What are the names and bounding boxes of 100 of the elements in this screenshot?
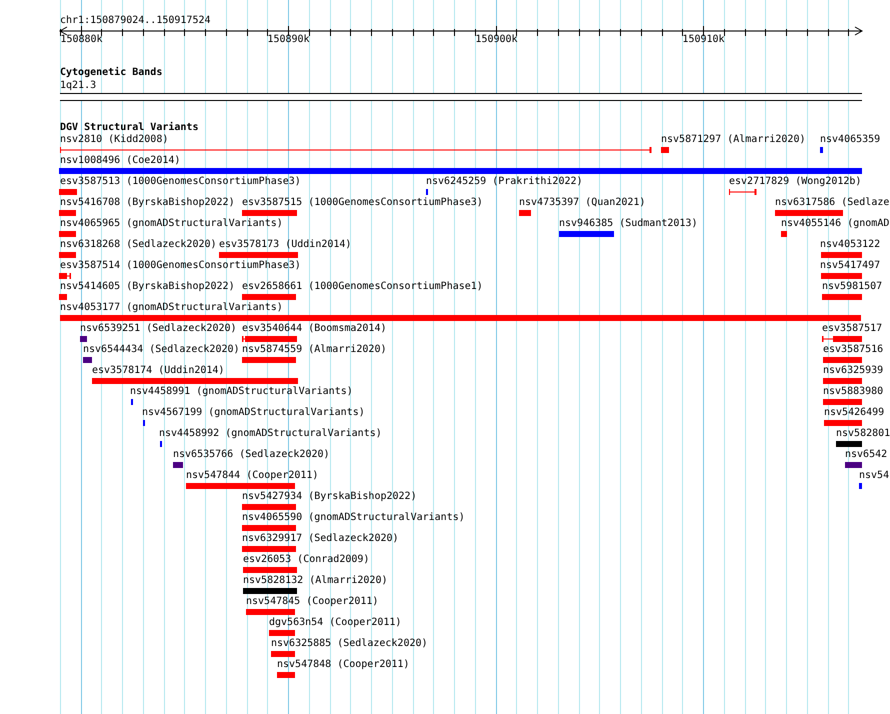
variant-bar[interactable] bbox=[823, 357, 862, 363]
variant-label: nsv6329917 (Sedlazeck2020) bbox=[242, 533, 399, 545]
variant-bar[interactable] bbox=[80, 336, 87, 342]
variant-label: esv3587516 bbox=[823, 344, 884, 356]
variant-label: nsv4053177 (gnomADStructuralVariants) bbox=[60, 302, 283, 314]
variant-bar[interactable] bbox=[219, 252, 298, 258]
variant-bar[interactable] bbox=[661, 147, 669, 153]
band-label: 1q21.3 bbox=[60, 80, 96, 92]
variant-label: nsv5871297 (Almarri2020) bbox=[661, 134, 806, 146]
variant-bar[interactable] bbox=[92, 378, 298, 384]
variant-bar[interactable] bbox=[836, 441, 862, 447]
variant-bar[interactable] bbox=[59, 294, 67, 300]
variant-label: nsv582801 bbox=[836, 428, 890, 440]
variant-label: nsv4065590 (gnomADStructuralVariants) bbox=[242, 512, 465, 524]
variant-bar[interactable] bbox=[60, 315, 861, 321]
variant-label: nsv5417497 bbox=[820, 260, 880, 272]
variant-label: esv2717829 (Wong2012b) bbox=[729, 176, 862, 188]
variant-bar[interactable] bbox=[173, 462, 183, 468]
variant-label: nsv2810 (Kidd2008) bbox=[60, 134, 168, 146]
variant-span[interactable] bbox=[729, 189, 756, 195]
variant-bar[interactable] bbox=[242, 357, 296, 363]
variant-label: nsv4053122 bbox=[820, 239, 880, 251]
variant-label: nsv4567199 (gnomADStructuralVariants) bbox=[142, 407, 365, 419]
variant-label: esv3587515 (1000GenomesConsortiumPhase3) bbox=[242, 197, 483, 209]
variant-bar[interactable] bbox=[242, 210, 297, 216]
variant-label: nsv5416708 (ByrskaBishop2022) bbox=[60, 197, 235, 209]
variant-label: nsv547845 (Cooper2011) bbox=[246, 596, 378, 608]
variant-bar[interactable] bbox=[242, 525, 296, 531]
variant-label: esv3578174 (Uddin2014) bbox=[92, 365, 224, 377]
ruler-tick-label: 150890k bbox=[267, 34, 310, 46]
variant-label: nsv4065965 (gnomADStructuralVariants) bbox=[60, 218, 283, 230]
variant-bar[interactable] bbox=[59, 252, 76, 258]
variant-bar[interactable] bbox=[559, 231, 614, 237]
variant-label: nsv6317586 (Sedlaze bbox=[775, 197, 890, 209]
track-title: DGV Structural Variants bbox=[60, 122, 198, 134]
variant-label: nsv6325939 bbox=[823, 365, 884, 377]
variant-bar[interactable] bbox=[242, 294, 296, 300]
variant-label: nsv4055146 (gnomAD bbox=[781, 218, 890, 230]
variant-label: nsv6544434 (Sedlazeck2020) bbox=[83, 344, 240, 356]
variant-label: nsv4458991 (gnomADStructuralVariants) bbox=[130, 386, 353, 398]
variant-label: esv3587517 bbox=[822, 323, 882, 335]
variant-bar[interactable] bbox=[821, 252, 862, 258]
variant-label: esv2658661 (1000GenomesConsortiumPhase1) bbox=[242, 281, 483, 293]
variant-bar[interactable] bbox=[243, 567, 297, 573]
variant-bar[interactable] bbox=[246, 609, 295, 615]
variant-bar[interactable] bbox=[823, 378, 862, 384]
split-variant-drawing[interactable] bbox=[822, 336, 862, 342]
variant-label: nsv4458992 (gnomADStructuralVariants) bbox=[159, 428, 382, 440]
variant-label: nsv5426499 bbox=[824, 407, 884, 419]
variant-label: nsv5874559 (Almarri2020) bbox=[242, 344, 386, 356]
variant-bar[interactable] bbox=[859, 483, 862, 489]
variant-label: esv3587513 (1000GenomesConsortiumPhase3) bbox=[60, 176, 301, 188]
variant-label: nsv54 bbox=[859, 470, 890, 482]
variant-label: nsv6325885 (Sedlazeck2020) bbox=[271, 638, 428, 650]
variant-bar[interactable] bbox=[277, 672, 295, 678]
variant-bar[interactable] bbox=[186, 483, 295, 489]
ruler-tick-label: 150900k bbox=[475, 34, 518, 46]
location-label: chr1:150879024..150917524 bbox=[60, 15, 211, 27]
variant-label: nsv5883980 bbox=[823, 386, 884, 398]
variant-label: nsv6245259 (Prakrithi2022) bbox=[426, 176, 583, 188]
variant-bar[interactable] bbox=[519, 210, 531, 216]
variant-bar[interactable] bbox=[59, 210, 76, 216]
variant-span[interactable] bbox=[60, 147, 651, 153]
track-title: Cytogenetic Bands bbox=[60, 67, 162, 79]
variant-label: nsv547844 (Cooper2011) bbox=[186, 470, 318, 482]
variant-bar[interactable] bbox=[59, 231, 76, 237]
variant-label: nsv4065359 bbox=[820, 134, 880, 146]
ruler-tick-label: 150910k bbox=[682, 34, 725, 46]
variant-label: dgv563n54 (Cooper2011) bbox=[269, 617, 402, 629]
variant-bar[interactable] bbox=[242, 546, 296, 552]
variant-bar[interactable] bbox=[824, 420, 862, 426]
variant-label: esv3540644 (Boomsma2014) bbox=[242, 323, 386, 335]
variant-label: nsv6535766 (Sedlazeck2020) bbox=[173, 449, 330, 461]
variant-label: esv3587514 (1000GenomesConsortiumPhase3) bbox=[60, 260, 301, 272]
variant-label: nsv4735397 (Quan2021) bbox=[519, 197, 646, 209]
variant-bar[interactable] bbox=[820, 147, 823, 153]
variant-bar[interactable] bbox=[59, 168, 862, 174]
variant-label: esv26053 (Conrad2009) bbox=[243, 554, 370, 566]
variant-bar[interactable] bbox=[59, 189, 77, 195]
variant-label: nsv1008496 (Coe2014) bbox=[60, 155, 180, 167]
variant-label: nsv6318268 (Sedlazeck2020) bbox=[60, 239, 217, 251]
split-variant-drawing[interactable] bbox=[59, 273, 71, 279]
variant-label: nsv6542 bbox=[845, 449, 888, 461]
variant-label: nsv5427934 (ByrskaBishop2022) bbox=[242, 491, 417, 503]
variant-bar[interactable] bbox=[269, 630, 295, 636]
variant-bar[interactable] bbox=[781, 231, 787, 237]
variant-label: nsv5828132 (Almarri2020) bbox=[243, 575, 388, 587]
variant-bar[interactable] bbox=[242, 504, 296, 510]
variant-bar[interactable] bbox=[821, 273, 862, 279]
variant-label: nsv547848 (Cooper2011) bbox=[277, 659, 410, 671]
variant-bar[interactable] bbox=[845, 462, 862, 468]
split-variant-drawing[interactable] bbox=[242, 336, 297, 342]
variant-bar[interactable] bbox=[243, 588, 297, 594]
variant-bar[interactable] bbox=[823, 399, 862, 405]
variant-bar[interactable] bbox=[83, 357, 92, 363]
variant-bar[interactable] bbox=[775, 210, 843, 216]
ruler-tick-label: 150880k bbox=[60, 34, 103, 46]
variant-label: nsv5981507 bbox=[822, 281, 882, 293]
variant-bar[interactable] bbox=[822, 294, 862, 300]
variant-bar[interactable] bbox=[271, 651, 295, 657]
